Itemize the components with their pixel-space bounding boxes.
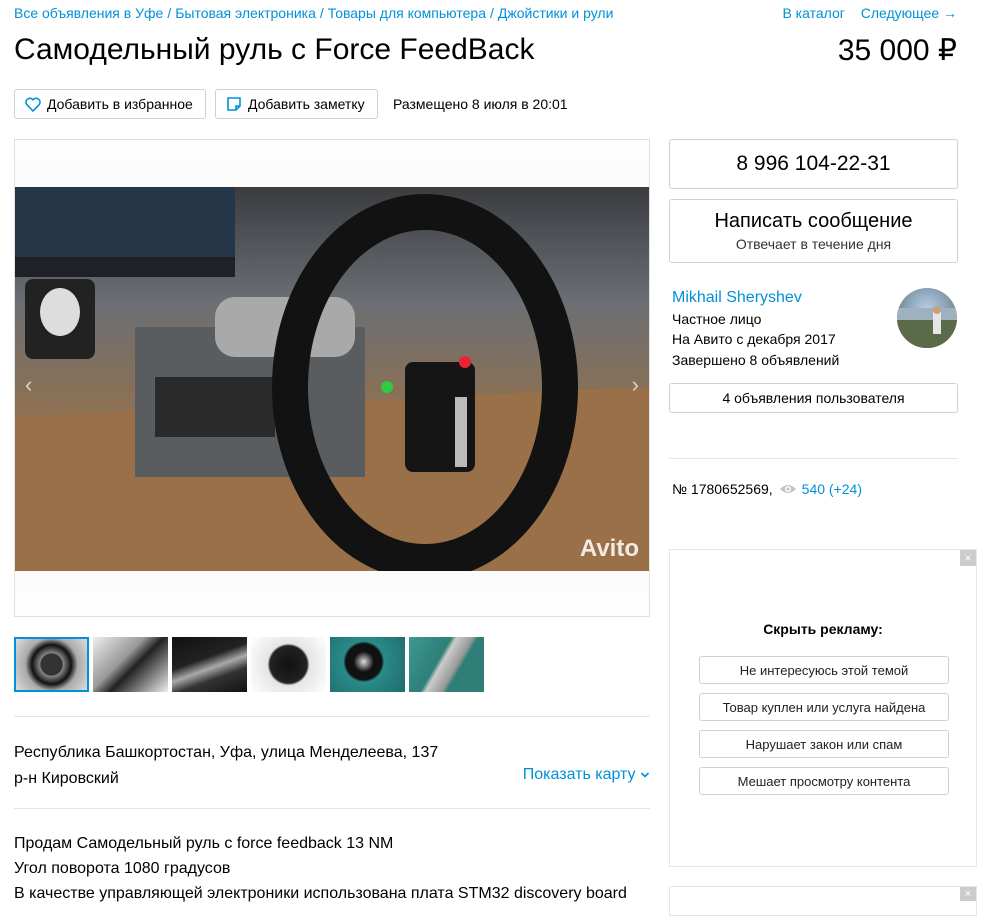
note-icon bbox=[226, 96, 242, 112]
breadcrumb-item[interactable]: Все объявления в Уфе bbox=[14, 5, 163, 21]
posted-date: Размещено 8 июля в 20:01 bbox=[393, 96, 568, 112]
close-icon[interactable]: × bbox=[960, 550, 976, 566]
seller-name-link[interactable]: Mikhail Sheryshev bbox=[672, 288, 839, 309]
top-nav: В каталог Следующее → bbox=[770, 5, 957, 21]
catalog-link[interactable]: В каталог bbox=[782, 5, 844, 21]
district-text: р-н Кировский bbox=[14, 770, 119, 787]
seller-completed: Завершено 8 объявлений bbox=[672, 351, 840, 368]
views-count: 540 (+24) bbox=[801, 481, 862, 497]
show-map-link[interactable]: Показать карту bbox=[523, 766, 650, 784]
ad-hide-panel: × Скрыть рекламу: Не интересуюсь этой те… bbox=[669, 549, 977, 867]
add-note-button[interactable]: Добавить заметку bbox=[215, 89, 378, 119]
breadcrumb-item[interactable]: Товары для компьютера bbox=[328, 5, 486, 21]
hide-ad-title: Скрыть рекламу: bbox=[763, 621, 883, 637]
show-map-label: Показать карту bbox=[522, 766, 636, 783]
chevron-left-icon[interactable]: ‹ bbox=[25, 372, 32, 398]
chevron-down-icon bbox=[640, 766, 650, 783]
ad-stats: № 1780652569, 540 (+24) bbox=[672, 481, 862, 497]
avatar[interactable] bbox=[897, 288, 957, 348]
description-line: В качестве управляющей электроники испол… bbox=[14, 885, 627, 902]
steering-wheel-photo bbox=[15, 187, 649, 571]
description: Продам Самодельный руль с force feedback… bbox=[14, 831, 627, 906]
avito-watermark: Avito bbox=[579, 535, 639, 562]
description-line: Продам Самодельный руль с force feedback… bbox=[14, 835, 394, 852]
close-icon[interactable]: × bbox=[960, 887, 976, 901]
divider bbox=[669, 458, 958, 459]
views-counter[interactable]: 540 (+24) bbox=[779, 481, 862, 497]
photo-gallery[interactable]: ‹ › Avito bbox=[14, 139, 650, 617]
address-block: Республика Башкортостан, Уфа, улица Менд… bbox=[14, 740, 438, 792]
user-ads-button[interactable]: 4 объявления пользователя bbox=[669, 383, 958, 413]
price: 35 000 ₽ bbox=[837, 34, 957, 67]
main-photo[interactable]: ‹ › Avito bbox=[15, 187, 649, 571]
thumbnail[interactable] bbox=[409, 637, 484, 692]
hide-reason-button[interactable]: Мешает просмотру контента bbox=[699, 767, 949, 795]
write-message-button[interactable]: Написать сообщение Отвечает в течение дн… bbox=[669, 199, 958, 263]
phone-button[interactable]: 8 996 104-22-31 bbox=[669, 139, 958, 189]
divider bbox=[14, 808, 650, 809]
thumbnail-strip bbox=[14, 637, 484, 692]
chevron-right-icon[interactable]: › bbox=[632, 372, 639, 398]
page-title: Самодельный руль с Force FeedBack bbox=[14, 33, 535, 66]
reply-time-text: Отвечает в течение дня bbox=[735, 236, 892, 252]
ad-number: № 1780652569, bbox=[672, 481, 773, 497]
thumbnail[interactable] bbox=[93, 637, 168, 692]
seller-since: На Авито с декабря 2017 bbox=[672, 331, 836, 347]
add-favorite-label: Добавить в избранное bbox=[47, 96, 193, 112]
add-favorite-button[interactable]: Добавить в избранное bbox=[14, 89, 206, 119]
add-note-label: Добавить заметку bbox=[248, 96, 365, 112]
eye-icon bbox=[779, 483, 797, 495]
thumbnail[interactable] bbox=[14, 637, 89, 692]
ad-panel: × bbox=[669, 886, 977, 916]
breadcrumb-item[interactable]: Бытовая электроника bbox=[175, 5, 316, 21]
breadcrumb-item[interactable]: Джойстики и рули bbox=[498, 5, 614, 21]
hide-reason-button[interactable]: Не интересуюсь этой темой bbox=[699, 656, 949, 684]
breadcrumb: Все объявления в Уфе / Бытовая электроника… bbox=[14, 5, 614, 21]
seller-type: Частное лицо bbox=[672, 310, 762, 327]
seller-info: Mikhail Sheryshev Частное лицо На Авито … bbox=[672, 288, 839, 370]
hide-reason-button[interactable]: Нарушает закон или спам bbox=[699, 730, 949, 758]
divider bbox=[14, 716, 650, 717]
address-text: Республика Башкортостан, Уфа, улица Менд… bbox=[14, 744, 439, 761]
write-message-label: Написать сообщение bbox=[714, 210, 913, 232]
thumbnail[interactable] bbox=[330, 637, 405, 692]
description-line: Угол поворота 1080 градусов bbox=[14, 860, 231, 877]
thumbnail[interactable] bbox=[172, 637, 247, 692]
thumbnail[interactable] bbox=[251, 637, 326, 692]
next-listing-link[interactable]: Следующее → bbox=[861, 5, 957, 21]
hide-reason-button[interactable]: Товар куплен или услуга найдена bbox=[699, 693, 949, 721]
heart-icon bbox=[25, 97, 41, 112]
